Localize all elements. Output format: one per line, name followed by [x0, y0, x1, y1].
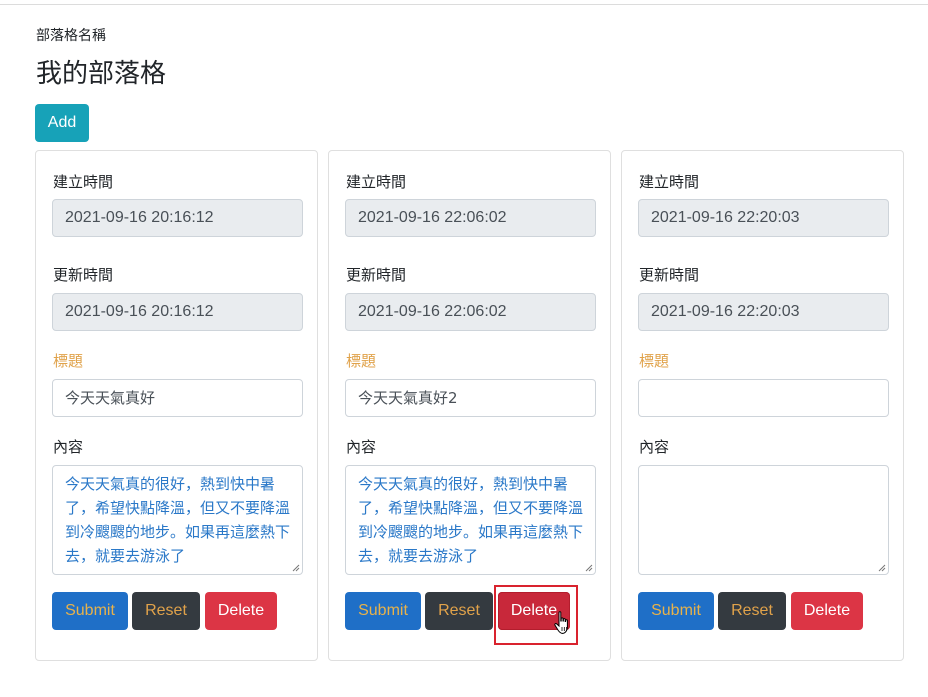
updated-label: 更新時間 — [639, 266, 700, 284]
updated-label: 更新時間 — [346, 266, 407, 284]
created-field: 2021-09-16 22:20:03 — [638, 199, 889, 237]
post-card: 建立時間 2021-09-16 20:16:12 更新時間 2021-09-16… — [35, 150, 318, 661]
title-input[interactable]: 今天天氣真好2 — [345, 379, 596, 417]
title-label: 標題 — [346, 352, 377, 370]
add-button[interactable]: Add — [35, 104, 89, 142]
hand-pointer-icon — [554, 611, 568, 634]
top-divider — [0, 4, 928, 5]
created-label: 建立時間 — [639, 173, 700, 191]
updated-label: 更新時間 — [53, 266, 114, 284]
delete-button[interactable]: Delete — [205, 592, 277, 630]
created-label: 建立時間 — [53, 173, 114, 191]
created-field: 2021-09-16 20:16:12 — [52, 199, 303, 237]
content-label: 內容 — [639, 438, 670, 456]
content-text: 今天天氣真的很好，熱到快中暑了，希望快點降溫，但又不要降溫到冷颼颼的地步。如果再… — [65, 475, 291, 565]
submit-button[interactable]: Submit — [345, 592, 421, 630]
content-text: 今天天氣真的很好，熱到快中暑了，希望快點降溫，但又不要降溫到冷颼颼的地步。如果再… — [358, 475, 584, 565]
resize-grip-icon[interactable] — [878, 564, 886, 572]
updated-field: 2021-09-16 20:16:12 — [52, 293, 303, 331]
title-input[interactable]: 今天天氣真好 — [52, 379, 303, 417]
created-label: 建立時間 — [346, 173, 407, 191]
blog-name-label: 部落格名稱 — [36, 28, 106, 44]
title-label: 標題 — [53, 352, 84, 370]
reset-button[interactable]: Reset — [425, 592, 493, 630]
blog-title: 我的部落格 — [36, 59, 167, 89]
content-textarea[interactable]: 今天天氣真的很好，熱到快中暑了，希望快點降溫，但又不要降溫到冷颼颼的地步。如果再… — [345, 465, 596, 575]
content-label: 內容 — [346, 438, 377, 456]
submit-button[interactable]: Submit — [52, 592, 128, 630]
post-card: 建立時間 2021-09-16 22:06:02 更新時間 2021-09-16… — [328, 150, 611, 661]
updated-field: 2021-09-16 22:20:03 — [638, 293, 889, 331]
content-label: 內容 — [53, 438, 84, 456]
delete-button[interactable]: Delete — [791, 592, 863, 630]
reset-button[interactable]: Reset — [718, 592, 786, 630]
title-label: 標題 — [639, 352, 670, 370]
post-card: 建立時間 2021-09-16 22:20:03 更新時間 2021-09-16… — [621, 150, 904, 661]
resize-grip-icon[interactable] — [292, 564, 300, 572]
content-textarea[interactable]: 今天天氣真的很好，熱到快中暑了，希望快點降溫，但又不要降溫到冷颼颼的地步。如果再… — [52, 465, 303, 575]
reset-button[interactable]: Reset — [132, 592, 200, 630]
updated-field: 2021-09-16 22:06:02 — [345, 293, 596, 331]
title-input[interactable] — [638, 379, 889, 417]
content-textarea[interactable] — [638, 465, 889, 575]
created-field: 2021-09-16 22:06:02 — [345, 199, 596, 237]
submit-button[interactable]: Submit — [638, 592, 714, 630]
resize-grip-icon[interactable] — [585, 564, 593, 572]
